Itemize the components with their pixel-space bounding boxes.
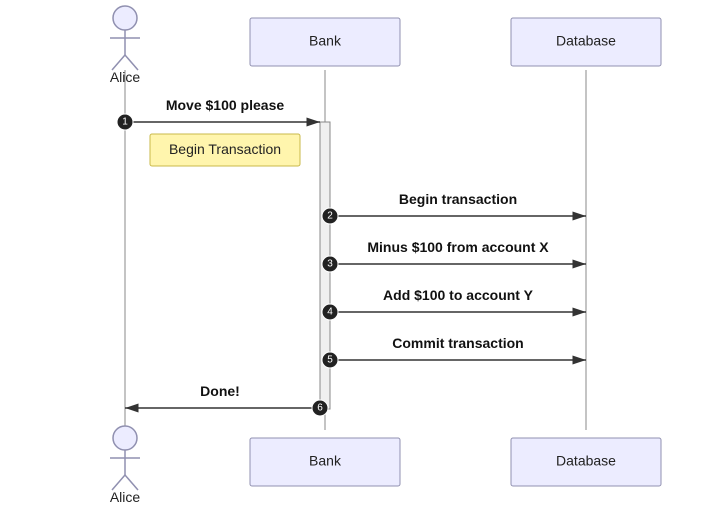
actor-alice-label: Alice — [110, 69, 141, 85]
seq-6-num: 6 — [317, 403, 323, 414]
note-begin-transaction: Begin Transaction — [150, 134, 300, 166]
msg-3-text: Minus $100 from account X — [367, 239, 549, 255]
seq-3-num: 3 — [327, 259, 333, 270]
participant-bank-top: Bank — [250, 18, 400, 66]
seq-5-num: 5 — [327, 355, 333, 366]
msg-1-text: Move $100 please — [166, 97, 285, 113]
participant-database-label-bottom: Database — [556, 453, 616, 469]
participant-database-bottom: Database — [511, 438, 661, 486]
participant-bank-bottom: Bank — [250, 438, 400, 486]
note-text: Begin Transaction — [169, 141, 281, 157]
msg-2-text: Begin transaction — [399, 191, 517, 207]
participant-database-label: Database — [556, 33, 616, 49]
actor-alice-bottom: Alice — [110, 426, 141, 505]
actor-alice-label-bottom: Alice — [110, 489, 141, 505]
seq-2-num: 2 — [327, 211, 333, 222]
msg-5-text: Commit transaction — [392, 335, 523, 351]
participant-database-top: Database — [511, 18, 661, 66]
msg-6-text: Done! — [200, 383, 240, 399]
actor-alice-top: Alice — [110, 6, 141, 85]
sequence-diagram: Alice Bank Database Move $100 please 1 B… — [0, 0, 712, 505]
seq-4-num: 4 — [327, 307, 333, 318]
msg-4-text: Add $100 to account Y — [383, 287, 534, 303]
participant-bank-label: Bank — [309, 33, 342, 49]
participant-bank-label-bottom: Bank — [309, 453, 342, 469]
seq-1-num: 1 — [122, 117, 128, 128]
